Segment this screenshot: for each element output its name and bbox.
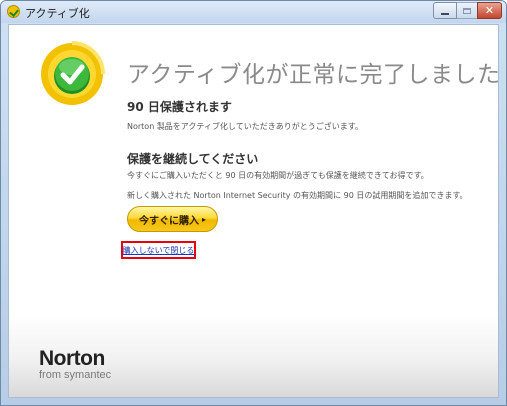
buy-now-button[interactable]: 今すぐに購入 ▸	[127, 206, 218, 232]
title-bar[interactable]: アクティブ化 ✕	[1, 1, 506, 23]
activation-window: アクティブ化 ✕ アクティブ化が正常に完了しました 90 日保護されます Nor…	[0, 0, 507, 406]
protection-days-heading: 90 日保護されます	[127, 100, 232, 114]
highlight-box: 購入しないで閉じる	[121, 241, 196, 259]
thank-you-text: Norton 製品をアクティブ化していただきありがとうございます。	[127, 122, 363, 131]
close-window-button[interactable]: ✕	[477, 2, 502, 19]
close-icon: ✕	[484, 4, 495, 17]
norton-app-icon	[7, 5, 20, 18]
close-without-buying-link[interactable]: 購入しないで閉じる	[123, 245, 195, 256]
buy-now-label: 今すぐに購入	[138, 215, 199, 227]
brand-subtitle: from symantec	[39, 369, 112, 381]
buy-now-benefit-text: 今すぐにご購入いただくと 90 日の有効期間が過ぎても保護を継続できてお得です。	[127, 171, 429, 180]
maximize-icon	[463, 7, 471, 14]
minimize-icon	[441, 12, 449, 15]
success-headline: アクティブ化が正常に完了しました	[127, 62, 501, 88]
window-title: アクティブ化	[25, 7, 90, 20]
continue-protection-heading: 保護を継続してください	[127, 152, 259, 166]
brand-name: Norton	[39, 347, 105, 370]
content-panel: アクティブ化が正常に完了しました 90 日保護されます Norton 製品をアク…	[8, 24, 501, 398]
norton-brand-logo: Norton from symantec	[39, 348, 111, 381]
minimize-button[interactable]	[433, 2, 457, 19]
norton-check-logo-icon	[41, 41, 105, 105]
trial-extension-text: 新しく購入された Norton Internet Security の有効期間に…	[127, 191, 468, 200]
arrow-right-icon: ▸	[201, 214, 206, 224]
maximize-button	[456, 2, 478, 19]
